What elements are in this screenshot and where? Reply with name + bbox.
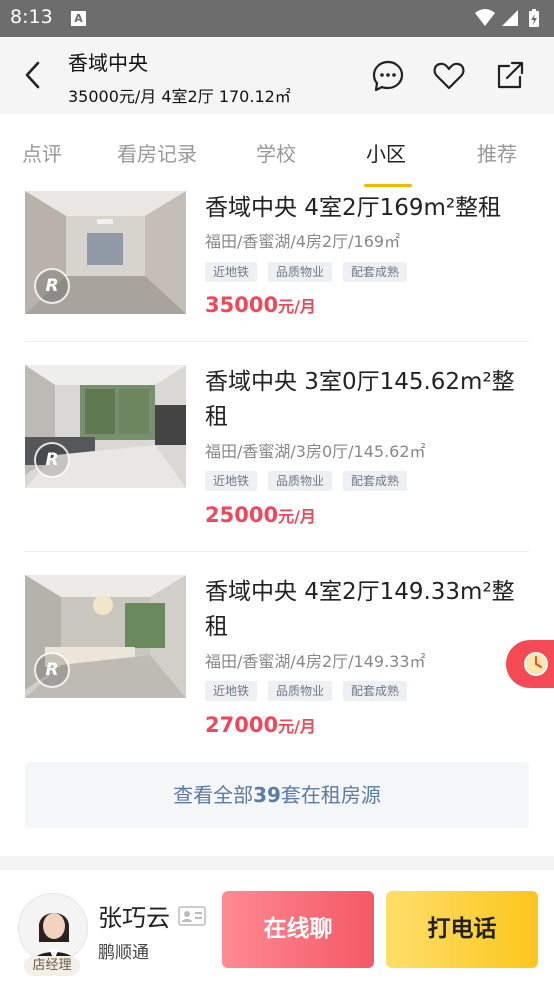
listing-tags: 近地铁 品质物业 配套成熟 — [205, 470, 418, 491]
listing-photo: R — [25, 575, 186, 698]
agent-company: 鹏顺通 — [98, 943, 149, 963]
listing-price: 35000元/月 — [205, 293, 316, 317]
vr-badge: R — [34, 268, 70, 304]
tag: 配套成熟 — [343, 681, 408, 701]
tab-recommend[interactable]: 推荐 — [477, 138, 517, 167]
listing-title: 香域中央 4室2厅169m²整租 — [205, 195, 502, 221]
share-icon[interactable] — [494, 59, 528, 93]
section-tabs: 点评 看房记录 学校 小区 推荐 — [0, 114, 554, 187]
divider — [25, 341, 529, 342]
listing-photo: R — [25, 191, 186, 314]
clock-icon — [524, 652, 548, 676]
call-button[interactable]: 打电话 — [386, 891, 538, 968]
tag: 近地铁 — [205, 681, 258, 701]
tag: 近地铁 — [205, 262, 258, 282]
wifi-icon — [475, 9, 495, 26]
tag: 近地铁 — [205, 471, 258, 491]
listing-meta: 福田/香蜜湖/4房2厅/149.33㎡ — [205, 652, 426, 671]
list-item[interactable]: R 香域中央 3室0厅145.62m²整租 福田/香蜜湖/3房0厅/145.62… — [25, 365, 529, 540]
page-title: 香域中央 — [68, 51, 148, 75]
listing-title: 香域中央 4室2厅149.33m²整租 — [205, 579, 515, 640]
tab-community[interactable]: 小区 — [366, 138, 406, 167]
avatar[interactable] — [18, 893, 88, 963]
back-arrow-icon[interactable] — [18, 57, 48, 93]
notification-a-icon: A — [71, 11, 86, 26]
listing-price: 27000元/月 — [205, 713, 316, 737]
agent-contact-bar: 店经理 张巧云 鹏顺通 在线聊 打电话 — [0, 870, 554, 985]
page-subtitle: 35000元/月 4室2厅 170.12㎡ — [68, 87, 291, 106]
tag: 品质物业 — [268, 681, 333, 701]
agent-role-badge: 店经理 — [24, 956, 80, 976]
status-indicators — [475, 9, 539, 27]
vr-badge: R — [34, 652, 70, 688]
status-time: 8:13 — [10, 6, 53, 28]
listing-photo: R — [25, 365, 186, 488]
listing-title: 香域中央 3室0厅145.62m²整租 — [205, 369, 515, 430]
divider — [25, 551, 529, 552]
list-item[interactable]: R 香域中央 4室2厅149.33m²整租 福田/香蜜湖/4房2厅/149.33… — [25, 575, 529, 750]
tag: 配套成熟 — [343, 262, 408, 282]
section-separator — [0, 856, 554, 870]
tag: 配套成熟 — [343, 471, 408, 491]
online-chat-button[interactable]: 在线聊 — [222, 891, 374, 968]
battery-icon — [529, 9, 539, 27]
page-header: 香域中央 35000元/月 4室2厅 170.12㎡ — [0, 37, 554, 114]
message-icon[interactable] — [371, 59, 405, 93]
active-tab-indicator — [364, 184, 412, 187]
id-card-icon[interactable] — [178, 906, 206, 926]
listing-tags: 近地铁 品质物业 配套成熟 — [205, 680, 418, 701]
tab-schools[interactable]: 学校 — [256, 138, 296, 167]
view-all-listings-button[interactable]: 查看全部39套在租房源 — [25, 762, 529, 828]
listing-meta: 福田/香蜜湖/3房0厅/145.62㎡ — [205, 442, 426, 461]
listing-price: 25000元/月 — [205, 503, 316, 527]
vr-badge: R — [34, 442, 70, 478]
list-item[interactable]: R 香域中央 4室2厅169m²整租 福田/香蜜湖/4房2厅/169㎡ 近地铁品… — [25, 191, 529, 321]
tag: 品质物业 — [268, 471, 333, 491]
tag: 品质物业 — [268, 262, 333, 282]
listing-tags: 近地铁 品质物业 配套成熟 — [205, 261, 418, 282]
tab-review[interactable]: 点评 — [22, 138, 62, 167]
heart-icon[interactable] — [432, 59, 466, 93]
status-bar: 8:13 A — [0, 0, 554, 37]
float-timer-button[interactable] — [506, 640, 554, 688]
listing-meta: 福田/香蜜湖/4房2厅/169㎡ — [205, 232, 401, 251]
tab-viewing-records[interactable]: 看房记录 — [117, 138, 197, 167]
signal-icon — [502, 10, 518, 26]
agent-name: 张巧云 — [98, 904, 170, 932]
